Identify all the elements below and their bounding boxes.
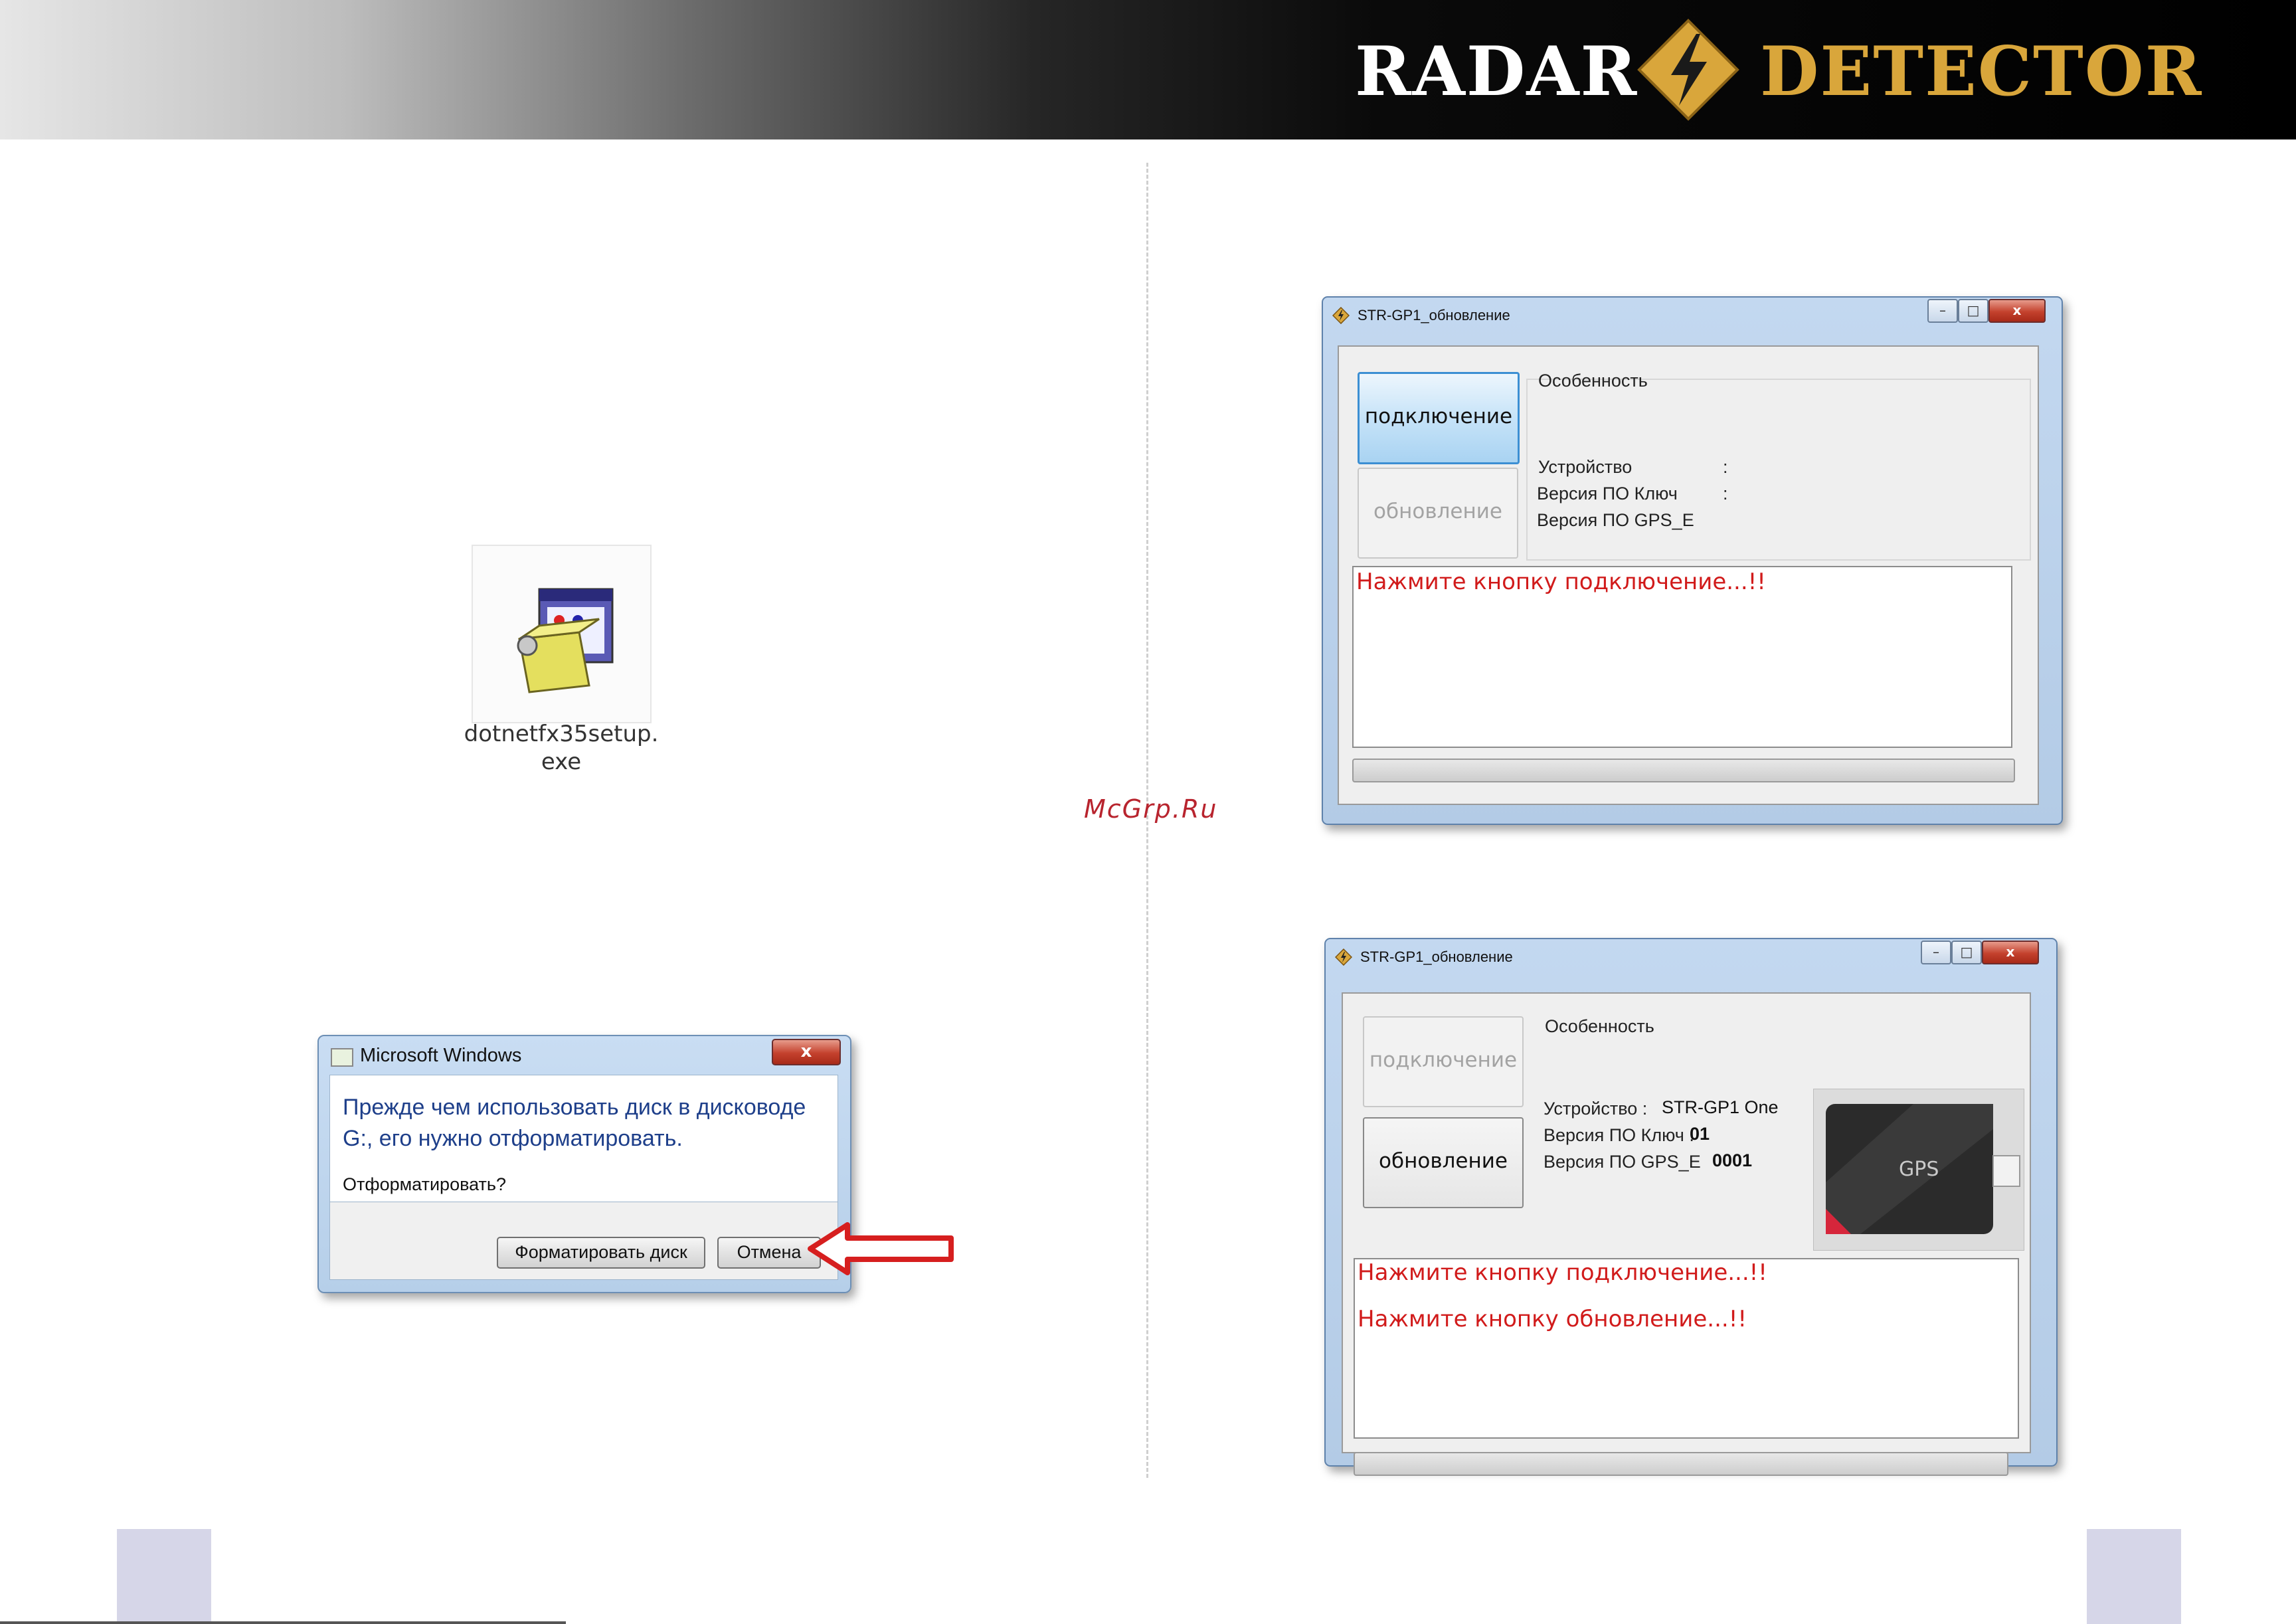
app-diamond-icon	[1335, 948, 1352, 966]
window-title: STR-GP1_обновление	[1360, 948, 1513, 965]
features-label: Особенность	[1538, 371, 1648, 391]
key-version-label: Версия ПО Ключ :	[1544, 1125, 1694, 1145]
file-name-line-1: dotnetfx35setup.	[464, 721, 659, 747]
connect-button[interactable]: подключение	[1358, 372, 1520, 464]
page-tab-left	[117, 1529, 211, 1624]
update-button[interactable]: обновление	[1363, 1117, 1524, 1208]
device-label: Устройство	[1538, 457, 1633, 477]
maximize-button[interactable]: □	[1951, 941, 1982, 964]
installer-package-icon	[517, 588, 614, 693]
format-disk-dialog: Microsoft Windows x Прежде чем использов…	[317, 1035, 851, 1293]
device-value: STR-GP1 One	[1662, 1097, 1779, 1117]
key-version-label: Версия ПО Ключ	[1537, 484, 1678, 503]
window-app-icon	[331, 1048, 353, 1067]
log-output: Нажмите кнопку подключение...!! Нажмите …	[1354, 1258, 2019, 1439]
app-diamond-icon	[1332, 307, 1350, 324]
close-button[interactable]: x	[1982, 941, 2039, 964]
log-line: Нажмите кнопку подключение...!!	[1356, 569, 1766, 595]
file-name-line-2: exe	[541, 749, 582, 775]
dialog-message-line-2: G:, его нужно отформатировать.	[343, 1126, 683, 1151]
window-client-area: подключение обновление Особенность Устро…	[1342, 992, 2031, 1476]
updater-window-initial: STR-GP1_обновление – □ x подключение обн…	[1322, 296, 2063, 825]
maximize-button[interactable]: □	[1958, 299, 1988, 323]
window-title: STR-GP1_обновление	[1358, 307, 1510, 323]
gps-version-value: 0001	[1712, 1150, 1753, 1170]
brand-detector-text: DETECTOR	[1760, 32, 2203, 112]
device-label: Устройство :	[1544, 1099, 1648, 1119]
close-button[interactable]: x	[1988, 299, 2046, 323]
format-disk-button[interactable]: Форматировать диск	[497, 1237, 705, 1269]
page-tab-right	[2087, 1529, 2181, 1624]
update-button[interactable]: обновление	[1358, 468, 1518, 559]
close-button[interactable]: x	[772, 1039, 841, 1065]
minimize-button[interactable]: –	[1927, 299, 1958, 323]
red-arrow-icon	[808, 1222, 954, 1275]
device-image: GPS	[1813, 1089, 2024, 1251]
progress-bar	[1352, 759, 2015, 782]
gps-version-label: Версия ПО GPS_E	[1544, 1152, 1701, 1172]
installer-file[interactable]	[472, 545, 652, 723]
watermark: McGrp.Ru	[1084, 794, 1218, 824]
features-label: Особенность	[1545, 1016, 1654, 1036]
dialog-question: Отформатировать?	[343, 1174, 506, 1194]
gps-device-label: GPS	[1899, 1158, 1939, 1181]
gps-version-label: Версия ПО GPS_E	[1537, 510, 1694, 530]
window-client-area: подключение обновление Особенность Устро…	[1338, 345, 2039, 805]
connect-button[interactable]: подключение	[1363, 1016, 1524, 1107]
gps-device-icon: GPS	[1826, 1104, 2020, 1234]
lightning-diamond-icon	[1637, 19, 1739, 121]
dialog-title: Microsoft Windows	[360, 1045, 522, 1066]
key-version-separator: :	[1723, 484, 1728, 503]
device-separator: :	[1723, 457, 1728, 477]
log-line: Нажмите кнопку подключение...!!	[1358, 1259, 1767, 1286]
dialog-message-line-1: Прежде чем использовать диск в дисководе	[343, 1095, 806, 1120]
log-line: Нажмите кнопку обновление...!!	[1358, 1306, 1747, 1332]
log-output: Нажмите кнопку подключение...!!	[1352, 566, 2012, 748]
cancel-button[interactable]: Отмена	[717, 1237, 821, 1269]
brand-radar-text: RADAR	[1355, 32, 1638, 112]
key-version-value: 01	[1690, 1124, 1710, 1144]
minimize-button[interactable]: –	[1921, 941, 1951, 964]
updater-window-connected: STR-GP1_обновление – □ x подключение обн…	[1324, 938, 2058, 1476]
progress-bar	[1354, 1452, 2008, 1476]
bottom-rule	[0, 1621, 566, 1624]
